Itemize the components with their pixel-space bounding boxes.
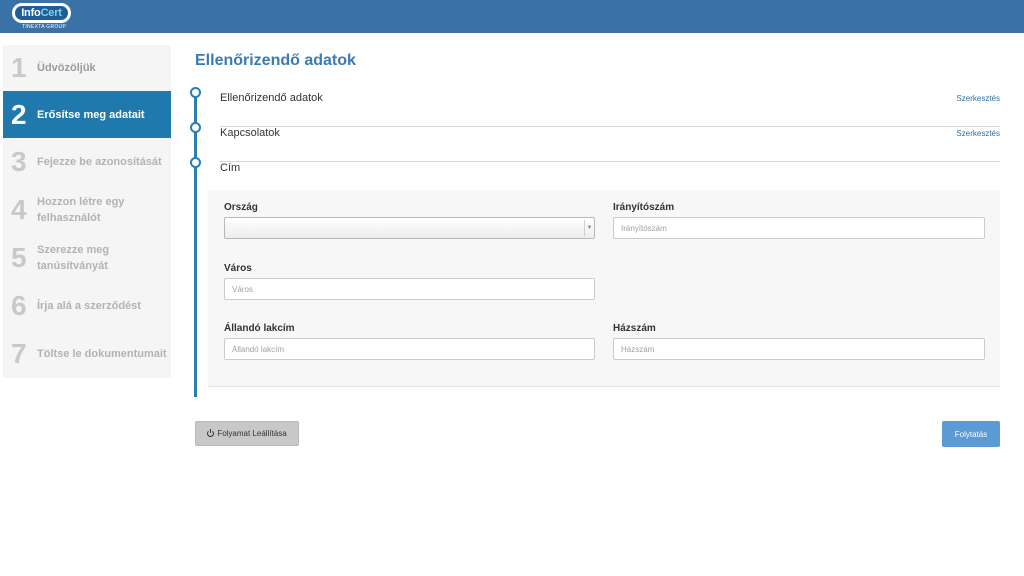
logo-text: Info Cert — [15, 6, 68, 20]
address-form: Ország ▼ Irányítószám Város Állandó lakc… — [208, 190, 1000, 387]
step-number: 4 — [11, 194, 27, 225]
step-2[interactable]: 2 Erősítse meg adatait — [3, 91, 171, 138]
logo-pill: Info Cert — [12, 3, 71, 23]
timeline-dot — [190, 157, 201, 168]
step-number: 7 — [11, 338, 27, 369]
step-4[interactable]: 4 Hozzon létre egy felhasználót — [3, 186, 171, 234]
country-label: Ország — [224, 202, 258, 213]
stop-process-button[interactable]: Folyamat Leállítása — [195, 421, 299, 446]
zip-input[interactable] — [613, 217, 985, 239]
step-label: Fejezze be azonosítását — [37, 156, 162, 168]
top-bar: Info Cert TINEXTA GROUP — [0, 0, 1024, 33]
step-label: Hozzon létre egy felhasználót — [37, 196, 125, 224]
house-number-label: Házszám — [613, 323, 656, 334]
country-select[interactable]: ▼ — [224, 217, 595, 239]
city-label: Város — [224, 263, 252, 274]
step-label: Erősítse meg adatait — [37, 108, 145, 121]
power-icon — [207, 429, 215, 437]
step-number: 3 — [11, 146, 27, 177]
timeline-dot — [190, 122, 201, 133]
address-input[interactable] — [224, 338, 595, 360]
edit-link[interactable]: Szerkesztés — [956, 94, 1000, 103]
logo-subtitle: TINEXTA GROUP — [22, 24, 67, 30]
step-label: Üdvözöljük — [37, 62, 96, 74]
timeline-dot — [190, 87, 201, 98]
continue-button-label: Folytatás — [954, 429, 988, 439]
step-label: Írja alá a szerződést — [37, 300, 141, 312]
house-number-input[interactable] — [613, 338, 985, 360]
logo-info-text: Info — [21, 7, 41, 19]
section-title: Ellenőrizendő adatok — [220, 92, 323, 104]
zip-label: Irányítószám — [613, 202, 675, 213]
step-label: Szerezze meg tanúsítványát — [37, 244, 110, 272]
step-label: Töltse le dokumentumait — [37, 348, 167, 360]
section-title: Kapcsolatok — [220, 127, 280, 139]
step-7[interactable]: 7 Töltse le dokumentumait — [3, 330, 171, 378]
step-number: 1 — [11, 52, 27, 83]
step-1[interactable]: 1 Üdvözöljük — [3, 45, 171, 91]
stop-button-label: Folyamat Leállítása — [217, 429, 287, 438]
step-number: 5 — [11, 242, 27, 273]
city-input[interactable] — [224, 278, 595, 300]
steps-sidebar: 1 Üdvözöljük 2 Erősítse meg adatait 3 Fe… — [3, 45, 171, 378]
chevron-down-icon: ▼ — [584, 220, 594, 236]
address-label: Állandó lakcím — [224, 323, 295, 334]
logo-cert-text: Cert — [40, 7, 62, 19]
page-title: Ellenőrizendő adatok — [195, 52, 356, 69]
step-5[interactable]: 5 Szerezze meg tanúsítványát — [3, 234, 171, 282]
timeline-line — [194, 93, 197, 397]
section-verify-data: Ellenőrizendő adatok Szerkesztés — [220, 92, 1000, 127]
section-contacts: Kapcsolatok Szerkesztés — [220, 127, 1000, 162]
step-6[interactable]: 6 Írja alá a szerződést — [3, 282, 171, 330]
section-title: Cím — [220, 162, 241, 174]
edit-link[interactable]: Szerkesztés — [956, 129, 1000, 138]
continue-button[interactable]: Folytatás — [942, 421, 1000, 447]
step-3[interactable]: 3 Fejezze be azonosítását — [3, 138, 171, 186]
step-number: 6 — [11, 290, 27, 321]
step-number: 2 — [11, 98, 27, 130]
infocert-logo[interactable]: Info Cert TINEXTA GROUP — [12, 3, 72, 31]
